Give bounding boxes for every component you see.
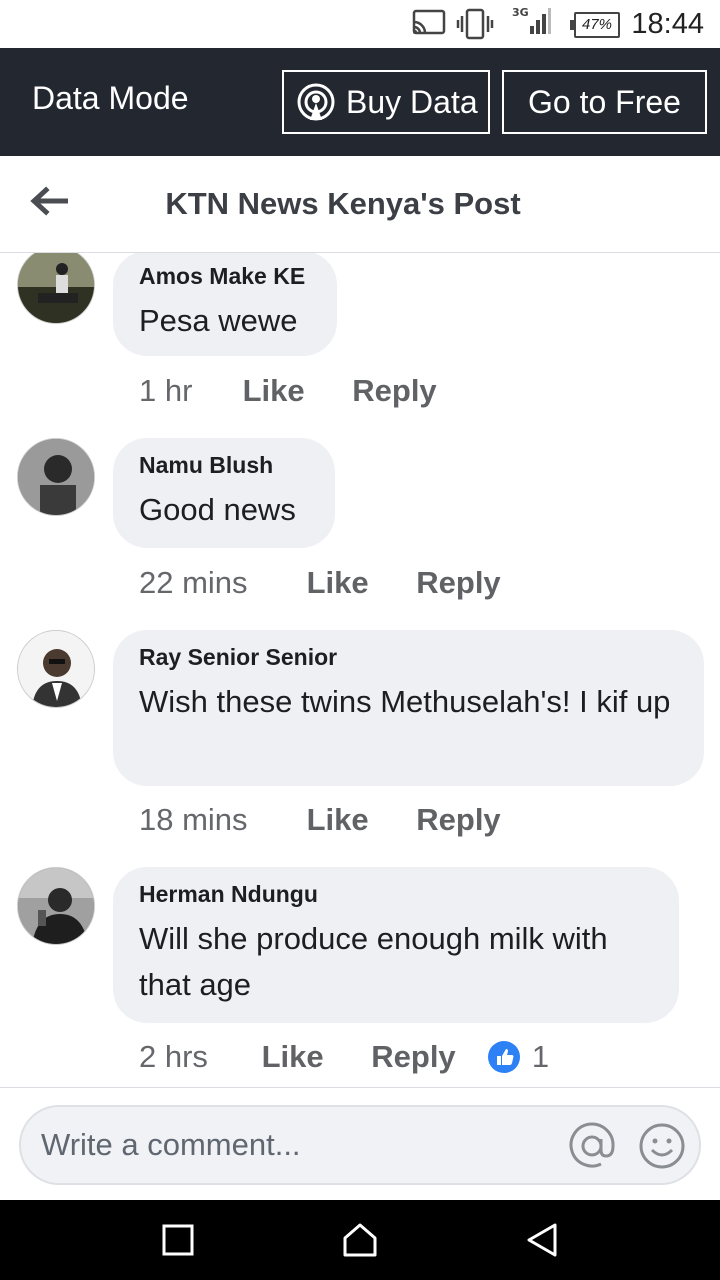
status-bar: 3G 47% 18:44 <box>0 0 720 48</box>
avatar[interactable] <box>17 867 95 945</box>
comments-feed[interactable]: Amos Make KE Pesa wewe 1 hr Like Reply N… <box>0 253 720 1087</box>
buy-data-label: Buy Data <box>346 84 478 120</box>
commenter-name[interactable]: Herman Ndungu <box>139 881 653 908</box>
comment-time: 22 mins <box>139 565 248 600</box>
reaction-count: 1 <box>531 1039 550 1074</box>
comment-time: 1 hr <box>139 373 193 408</box>
system-nav-bar <box>0 1200 720 1280</box>
commenter-name[interactable]: Namu Blush <box>139 452 309 479</box>
comment-input[interactable]: Write a comment... <box>19 1105 701 1185</box>
signal-icon: 3G <box>512 6 551 34</box>
home-icon[interactable] <box>342 1222 378 1258</box>
comment-actions: 18 mins Like Reply <box>139 802 501 838</box>
emoji-icon[interactable] <box>637 1121 687 1171</box>
comment-actions: 1 hr Like Reply <box>139 373 437 409</box>
comment-composer: Write a comment... <box>0 1087 720 1201</box>
reply-button[interactable]: Reply <box>416 802 500 838</box>
data-mode-bar: Data Mode Buy Data Go to Free <box>0 48 720 156</box>
back-icon[interactable] <box>524 1222 560 1258</box>
svg-text:3G: 3G <box>512 6 529 19</box>
comment-bubble[interactable]: Namu Blush Good news <box>113 438 335 548</box>
like-button[interactable]: Like <box>243 373 344 409</box>
avatar[interactable] <box>17 253 95 324</box>
like-button[interactable]: Like <box>307 565 408 601</box>
comment-text: Will she produce enough milk with that a… <box>139 921 608 1002</box>
comment-time: 2 hrs <box>139 1039 208 1074</box>
cast-icon <box>412 9 446 35</box>
clock: 18:44 <box>631 8 704 40</box>
battery-indicator: 47% <box>570 12 620 38</box>
comment-text: Good news <box>139 492 296 527</box>
data-mode-label: Data Mode <box>32 80 189 116</box>
recent-apps-icon[interactable] <box>162 1224 194 1256</box>
like-button[interactable]: Like <box>307 802 408 838</box>
comment-bubble[interactable]: Ray Senior Senior Wish these twins Methu… <box>113 630 704 786</box>
mention-icon[interactable] <box>567 1121 617 1171</box>
comment-actions: 2 hrs Like Reply 1 <box>139 1039 549 1075</box>
comment-actions: 22 mins Like Reply <box>139 565 501 601</box>
reply-button[interactable]: Reply <box>416 565 500 601</box>
comment-text: Pesa wewe <box>139 303 298 338</box>
avatar[interactable] <box>17 438 95 516</box>
vibrate-icon <box>456 8 494 40</box>
comment-bubble[interactable]: Amos Make KE Pesa wewe <box>113 253 337 356</box>
broadcast-icon <box>297 83 335 121</box>
comment-text: Wish these twins Methuselah's! I kif up <box>139 684 671 719</box>
comment-input-placeholder: Write a comment... <box>41 1127 301 1162</box>
reply-button[interactable]: Reply <box>371 1039 479 1075</box>
reaction-summary[interactable]: 1 <box>487 1039 550 1075</box>
go-to-free-button[interactable]: Go to Free <box>502 70 707 134</box>
buy-data-button[interactable]: Buy Data <box>282 70 490 134</box>
like-reaction-icon <box>487 1040 520 1073</box>
comment-time: 18 mins <box>139 802 248 837</box>
post-header: KTN News Kenya's Post <box>0 156 720 253</box>
commenter-name[interactable]: Amos Make KE <box>139 263 311 290</box>
comment-bubble[interactable]: Herman Ndungu Will she produce enough mi… <box>113 867 679 1023</box>
reply-button[interactable]: Reply <box>352 373 436 409</box>
avatar[interactable] <box>17 630 95 708</box>
commenter-name[interactable]: Ray Senior Senior <box>139 644 678 671</box>
like-button[interactable]: Like <box>262 1039 363 1075</box>
page-title: KTN News Kenya's Post <box>165 186 521 221</box>
